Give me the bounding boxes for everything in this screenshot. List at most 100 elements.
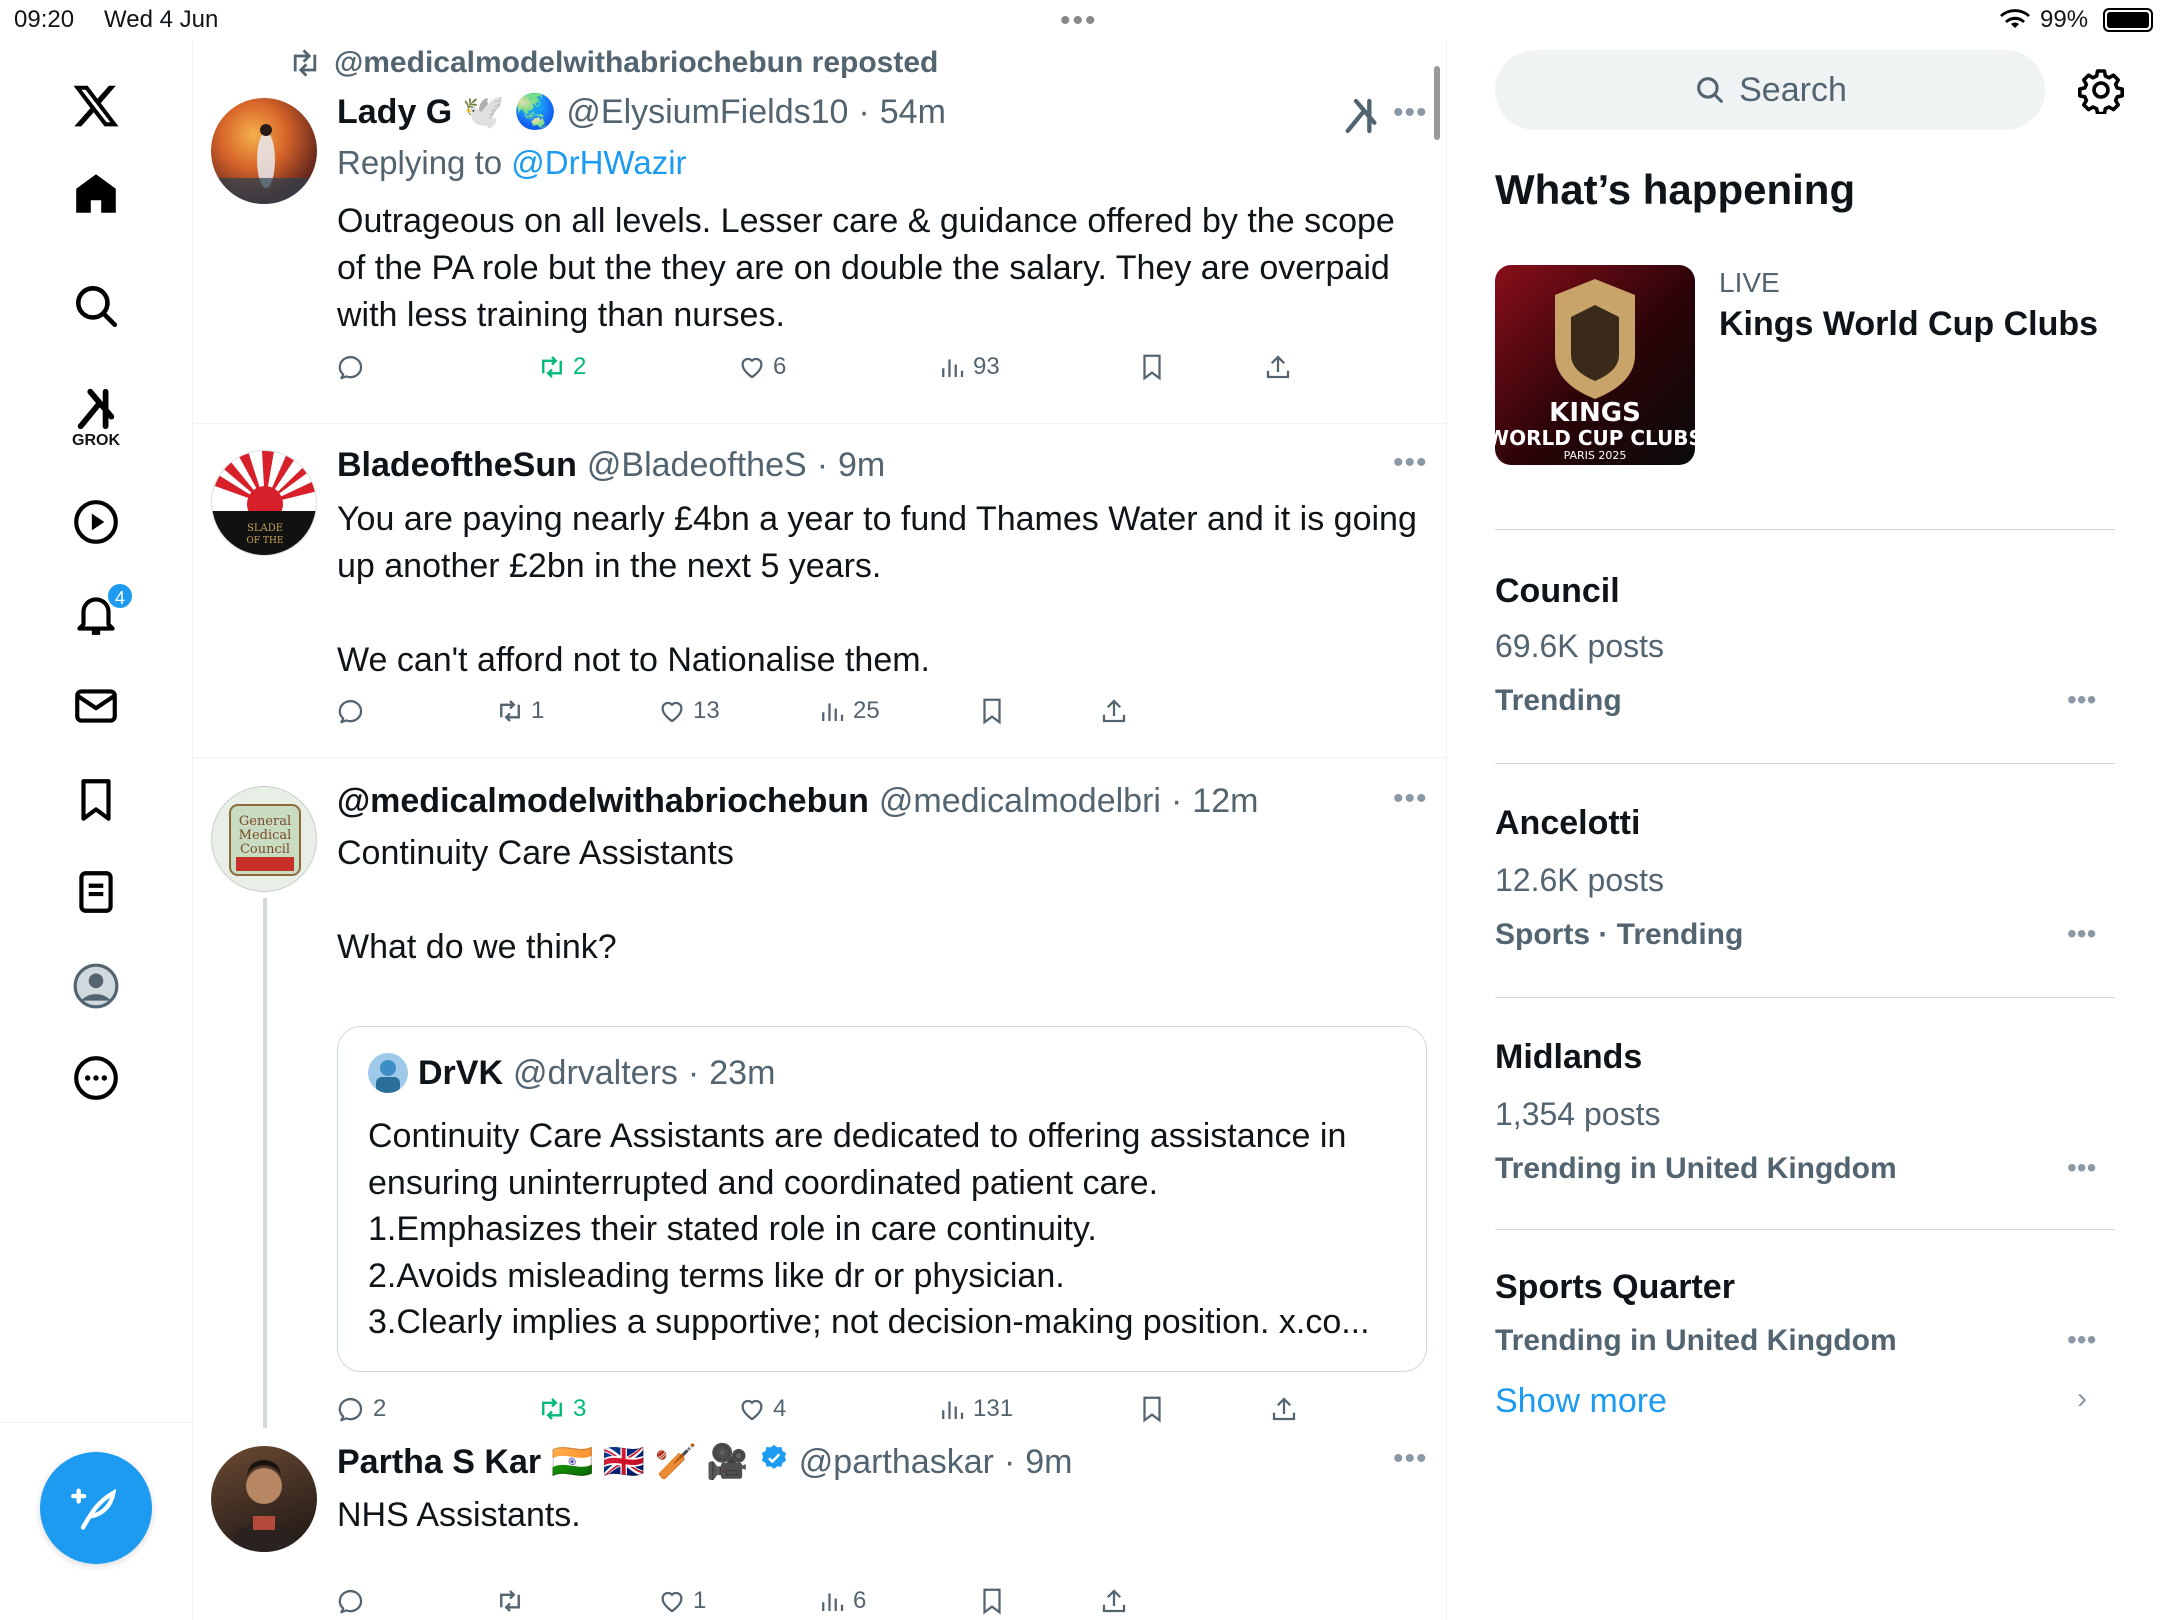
repost-button[interactable]: 3 [537,1394,586,1424]
repost-button[interactable]: 1 [495,696,544,726]
quote-time: 23m [709,1053,776,1092]
messages-envelope-icon[interactable] [56,666,136,746]
like-button[interactable]: 13 [657,696,720,726]
post-partha-s-kar[interactable]: Partha S Kar 🇮🇳 🇬🇧 🏏 🎥 @parthaskar · 9m … [193,1428,1446,1620]
quoted-post[interactable]: DrVK @drvalters · 23m Continuity Care As… [337,1026,1427,1372]
lists-icon[interactable] [56,852,136,932]
trend-item[interactable]: Midlands 1,354 posts Trending in United … [1495,998,2115,1230]
author-name[interactable]: Lady G [337,93,452,132]
share-button[interactable] [1099,1586,1129,1616]
search-icon[interactable] [56,266,136,346]
author-handle[interactable]: @BladeoftheS [587,446,807,485]
repost-button[interactable] [495,1586,525,1616]
video-play-icon[interactable] [56,482,136,562]
post-lady-g[interactable]: @medicalmodelwithabriochebun reposted La… [193,40,1446,424]
quote-avatar[interactable] [368,1053,408,1093]
share-button[interactable] [1099,696,1129,726]
settings-gear-icon[interactable] [2077,66,2125,119]
svg-text:SLADE: SLADE [247,523,283,534]
trend-item[interactable]: Ancelotti 12.6K posts Sports · Trending … [1495,764,2115,998]
grok-explain-icon[interactable] [1341,96,1381,141]
multitask-dots-icon[interactable]: ••• [1060,4,1098,38]
views-button[interactable]: 25 [817,696,880,726]
x-logo-icon[interactable] [56,66,136,146]
more-options-icon[interactable]: ••• [1393,96,1428,130]
author-name[interactable]: BladeoftheSun [337,446,577,485]
avatar[interactable]: SLADE OF THE [211,450,317,556]
views-button[interactable]: 93 [937,352,1000,382]
post-time[interactable]: 54m [880,93,946,132]
bookmark-button[interactable] [977,696,1007,726]
trend-item[interactable]: Council 69.6K posts Trending ••• [1495,530,2115,764]
reply-button[interactable] [337,696,367,726]
view-count: 131 [973,1395,1014,1422]
repost-icon [542,356,562,378]
post-time[interactable]: 9m [1025,1443,1072,1482]
trend-more-icon[interactable]: ••• [2067,684,2096,716]
share-button[interactable] [1263,352,1293,382]
home-icon[interactable] [56,154,136,234]
repost-button[interactable]: 2 [537,352,586,382]
repost-icon [500,700,520,722]
bookmark-button[interactable] [1137,1394,1167,1424]
svg-text:General: General [239,814,291,829]
repost-by-label: @medicalmodelwithabriochebun reposted [334,46,939,79]
avatar[interactable] [211,98,317,204]
live-event-card[interactable]: KINGS WORLD CUP CLUBS PARIS 2025 LIVE Ki… [1495,265,2115,530]
like-button[interactable]: 4 [737,1394,786,1424]
avatar[interactable] [211,1446,317,1552]
more-options-icon[interactable] [56,1038,136,1118]
like-button[interactable]: 1 [657,1586,706,1616]
post-medicalmodel[interactable]: General Medical Council @medicalmodelwit… [193,758,1446,1428]
author-handle[interactable]: @parthaskar [799,1443,994,1482]
views-button[interactable]: 6 [817,1586,866,1616]
notifications-bell-icon[interactable]: 4 [56,574,136,654]
like-button[interactable]: 6 [737,352,786,382]
reply-icon [338,700,363,724]
live-label: LIVE [1719,267,1780,298]
author-name[interactable]: Partha S Kar [337,1443,541,1482]
quote-author-name[interactable]: DrVK [418,1054,503,1093]
post-time[interactable]: 9m [838,446,885,485]
bookmark-button[interactable] [977,1586,1007,1616]
trend-more-icon[interactable]: ••• [2067,918,2096,950]
views-button[interactable]: 131 [937,1394,1013,1424]
trend-item[interactable]: Sports Quarter Trending in United Kingdo… [1495,1230,2115,1364]
reply-to-handle[interactable]: @DrHWazir [511,144,686,181]
bookmark-button[interactable] [1137,352,1167,382]
reply-button[interactable] [337,1586,367,1616]
post-text-line: We can't afford not to Nationalise them. [337,641,931,679]
heart-icon [661,701,683,723]
author-handle[interactable]: @ElysiumFields10 [566,93,848,132]
profile-avatar-icon[interactable] [56,946,136,1026]
author-emoji: 🕊️ 🌏 [462,93,557,131]
show-more-link[interactable]: Show more › [1495,1382,2115,1421]
author-handle[interactable]: @medicalmodelbri [879,782,1161,821]
trend-more-icon[interactable]: ••• [2067,1324,2096,1356]
post-text: You are paying nearly £4bn a year to fun… [337,496,1427,684]
trend-name: Council [1495,572,1620,610]
quote-author-handle[interactable]: @drvalters [513,1054,678,1093]
more-options-icon[interactable]: ••• [1393,446,1428,480]
reply-button[interactable]: 2 [337,1394,386,1424]
like-count: 13 [693,697,720,724]
bookmarks-icon[interactable] [56,760,136,840]
repost-icon [500,1590,520,1612]
more-options-icon[interactable]: ••• [1393,782,1428,816]
reply-button[interactable] [337,352,367,382]
trend-context: Trending in United Kingdom [1495,1152,1897,1185]
share-icon [1102,1589,1126,1613]
post-time[interactable]: 12m [1192,782,1258,821]
post-bladeofthesun[interactable]: SLADE OF THE BladeoftheSun @BladeoftheS … [193,424,1446,758]
trend-context: Sports · Trending [1495,918,1744,951]
compose-post-button[interactable] [40,1452,152,1564]
share-button[interactable] [1269,1394,1299,1424]
more-options-icon[interactable]: ••• [1393,1442,1428,1476]
grok-icon[interactable]: GROK [56,380,136,460]
author-name[interactable]: @medicalmodelwithabriochebun [337,782,869,821]
event-image: KINGS WORLD CUP CLUBS PARIS 2025 [1495,265,1695,465]
live-event-title[interactable]: Kings World Cup Clubs [1719,305,2098,344]
trend-more-icon[interactable]: ••• [2067,1152,2096,1184]
avatar[interactable]: General Medical Council [211,786,317,892]
search-input[interactable]: Search [1495,50,2045,130]
